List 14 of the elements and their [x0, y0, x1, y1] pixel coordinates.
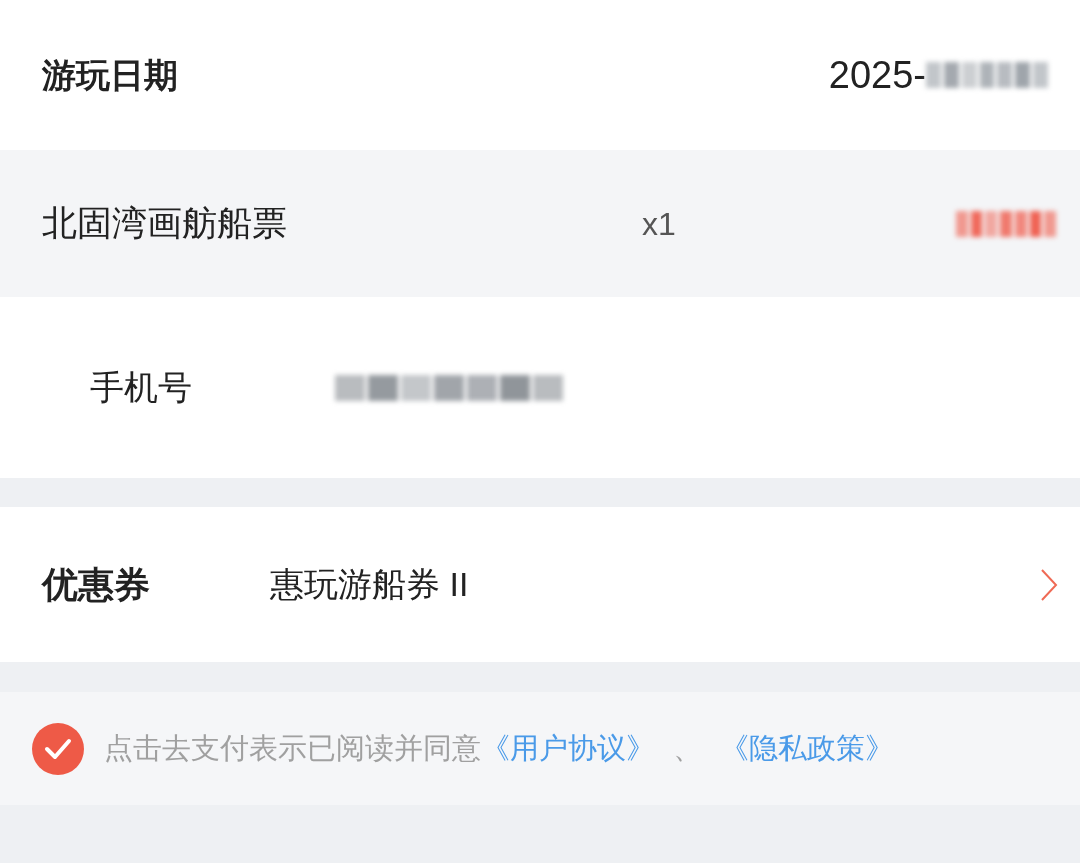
- agreement-checkbox[interactable]: [32, 722, 84, 775]
- ticket-quantity: x1: [642, 204, 676, 244]
- privacy-policy-link[interactable]: 《隐私政策》: [720, 731, 894, 764]
- phone-label: 手机号: [90, 367, 193, 408]
- user-agreement-link[interactable]: 《用户协议》: [481, 731, 655, 764]
- coupon-row[interactable]: 优惠券 惠玩游船券 II: [0, 507, 1080, 662]
- coupon-label: 优惠券: [42, 562, 151, 607]
- agreement-text: 点击去支付表示已阅读并同意《用户协议》 、 《隐私政策》: [104, 730, 894, 766]
- check-icon: [44, 737, 72, 760]
- ticket-name: 北固湾画舫船票: [42, 202, 288, 245]
- coupon-value: 惠玩游船券 II: [270, 564, 469, 605]
- visit-date-value: 2025-: [828, 52, 926, 98]
- chevron-right-icon: [1040, 567, 1058, 602]
- visit-date-label: 游玩日期: [42, 54, 178, 96]
